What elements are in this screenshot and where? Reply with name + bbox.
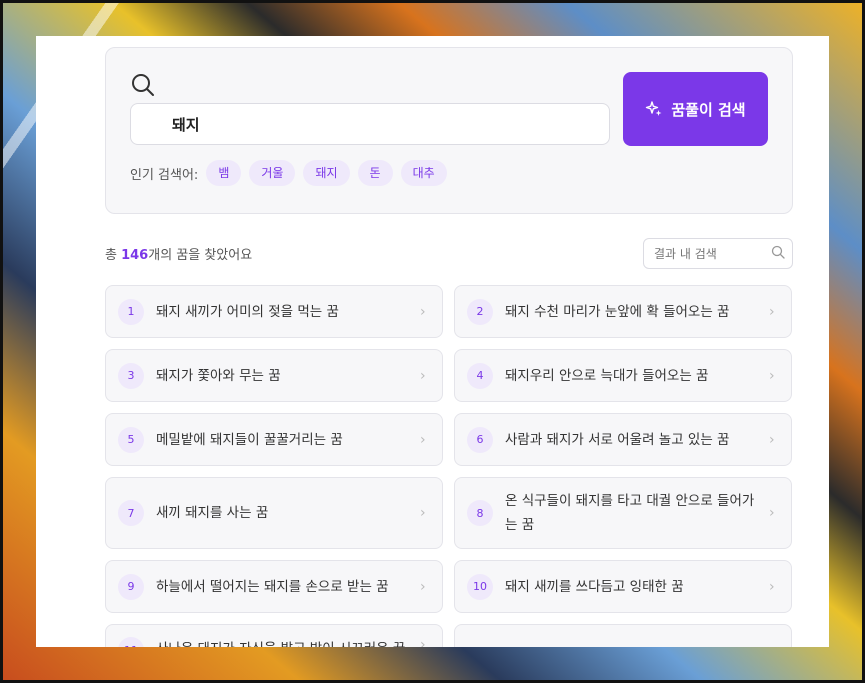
result-title: 하늘에서 떨어지는 돼지를 손으로 받는 꿈 — [156, 578, 389, 595]
result-number: 11 — [118, 637, 144, 647]
dream-search-panel: 꿈풀이 검색 인기 검색어: 뱀 거울 돼지 돈 대추 총 146개의 꿈을 찾… — [36, 36, 829, 647]
chevron-right-icon: › — [769, 431, 775, 448]
search-box: 꿈풀이 검색 인기 검색어: 뱀 거울 돼지 돈 대추 — [105, 47, 793, 214]
result-number: 2 — [467, 298, 493, 325]
result-title: 돼지 새끼가 어미의 젖을 먹는 꿈 — [156, 303, 339, 320]
result-title: 메밀밭에 돼지들이 꿀꿀거리는 꿈 — [156, 431, 343, 448]
dream-search-button[interactable]: 꿈풀이 검색 — [623, 72, 768, 146]
result-item[interactable]: 7 새끼 돼지를 사는 꿈 › — [105, 477, 443, 549]
result-item[interactable]: 5 메밀밭에 돼지들이 꿀꿀거리는 꿈 › — [105, 413, 443, 466]
result-item[interactable]: 10 돼지 새끼를 쓰다듬고 잉태한 꿈 › — [454, 560, 792, 613]
result-item[interactable]: 8 온 식구들이 돼지를 타고 대궐 안으로 들어가는 꿈 › — [454, 477, 792, 549]
chevron-right-icon: › — [420, 505, 426, 521]
chevron-right-icon: › — [420, 303, 426, 320]
result-title: 새끼 돼지를 사는 꿈 — [156, 505, 269, 521]
popular-searches: 인기 검색어: 뱀 거울 돼지 돈 대추 — [130, 160, 447, 186]
result-title: 온 식구들이 돼지를 타고 대궐 안으로 들어가는 꿈 — [505, 493, 755, 533]
summary-prefix: 총 — [105, 248, 122, 263]
result-item[interactable]: 11 사나운 돼지가 자신을 밟고 밖이 시끄러운 꿈 › — [105, 624, 443, 647]
result-summary: 총 146개의 꿈을 찾았어요 — [105, 244, 252, 263]
result-number: 10 — [467, 573, 493, 600]
popular-tag[interactable]: 거울 — [249, 160, 296, 186]
result-item[interactable]: 2 돼지 수천 마리가 눈앞에 확 들어오는 꿈 › — [454, 285, 792, 338]
popular-tag[interactable]: 대추 — [400, 160, 447, 186]
result-item[interactable]: 1 돼지 새끼가 어미의 젖을 먹는 꿈 › — [105, 285, 443, 338]
sparkle-icon — [646, 101, 662, 116]
search-icon — [132, 74, 154, 96]
chevron-right-icon: › — [420, 637, 426, 647]
result-item[interactable]: 4 돼지우리 안으로 늑대가 들어오는 꿈 › — [454, 349, 792, 402]
result-item[interactable]: 9 하늘에서 떨어지는 돼지를 손으로 받는 꿈 › — [105, 560, 443, 613]
chevron-right-icon: › — [769, 367, 775, 384]
result-number: 4 — [467, 362, 493, 389]
result-title: 사람과 돼지가 서로 어울려 놀고 있는 꿈 — [505, 431, 730, 448]
chevron-right-icon: › — [420, 578, 426, 595]
result-title: 사나운 돼지가 자신을 밟고 밖이 시끄러운 꿈 — [156, 637, 412, 647]
summary-suffix: 개의 꿈을 찾았어요 — [148, 248, 253, 263]
result-title: 돼지 새끼를 쓰다듬고 잉태한 꿈 — [505, 578, 684, 595]
popular-tag[interactable]: 돈 — [357, 160, 393, 186]
filter-search-icon — [771, 245, 785, 259]
result-number: 5 — [118, 426, 144, 453]
result-number: 1 — [118, 298, 144, 325]
result-item[interactable]: 6 사람과 돼지가 서로 어울려 놀고 있는 꿈 › — [454, 413, 792, 466]
result-number: 7 — [118, 500, 144, 526]
dream-search-button-label: 꿈풀이 검색 — [671, 100, 746, 119]
result-title: 돼지 수천 마리가 눈앞에 확 들어오는 꿈 — [505, 303, 730, 320]
result-number: 3 — [118, 362, 144, 389]
chevron-right-icon: › — [420, 367, 426, 384]
result-number: 8 — [467, 500, 493, 526]
chevron-right-icon: › — [420, 431, 426, 448]
result-title: 돼지가 쫓아와 무는 꿈 — [156, 367, 281, 384]
popular-tag[interactable]: 뱀 — [206, 160, 242, 186]
result-number: 9 — [118, 573, 144, 600]
chevron-right-icon: › — [769, 505, 775, 521]
result-title: 돼지우리 안으로 늑대가 들어오는 꿈 — [505, 367, 709, 384]
popular-searches-label: 인기 검색어: — [130, 167, 199, 183]
result-count: 146 — [121, 248, 149, 263]
popular-tag[interactable]: 돼지 — [303, 160, 350, 186]
chevron-right-icon: › — [769, 578, 775, 595]
result-item[interactable] — [454, 624, 792, 647]
chevron-right-icon: › — [769, 303, 775, 320]
search-input[interactable] — [130, 103, 610, 145]
result-number: 6 — [467, 426, 493, 453]
result-item[interactable]: 3 돼지가 쫓아와 무는 꿈 › — [105, 349, 443, 402]
